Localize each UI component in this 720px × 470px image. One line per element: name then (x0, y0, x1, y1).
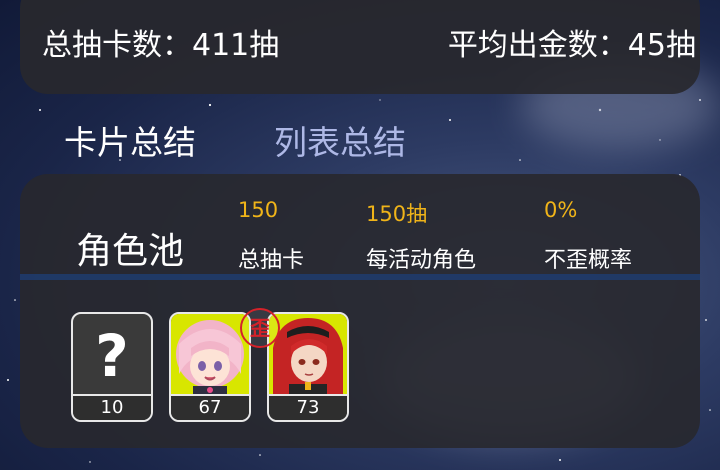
total-pulls-text: 总抽卡数：411抽 (42, 28, 280, 63)
question-mark-icon: ? (95, 322, 129, 390)
pool-name: 角色池 (76, 231, 185, 272)
pink-hair-character-portrait-icon (171, 314, 249, 398)
red-hair-character-portrait-icon (269, 314, 347, 398)
average-gold-text: 平均出金数：45抽 (447, 28, 696, 63)
lost-pity-badge: 歪 (240, 308, 280, 348)
stat-no-lose-rate-label: 不歪概率 (544, 248, 633, 273)
card-pull-count: 10 (73, 394, 151, 420)
character-card[interactable]: 67 (169, 312, 251, 422)
stat-per-character-value: 150抽 (366, 202, 428, 226)
stat-total-pulls-label: 总抽卡 (238, 248, 305, 273)
character-pool-panel: 角色池 150 总抽卡 150抽 每活动角色 0% 不歪概率 ? 10 67 7… (20, 174, 700, 448)
panel-divider (20, 274, 700, 280)
stat-total-pulls-value: 150 (238, 198, 279, 222)
stat-per-character-label: 每活动角色 (366, 248, 477, 273)
unknown-card[interactable]: ? 10 (71, 312, 153, 422)
card-pull-count: 73 (269, 394, 347, 420)
tab-list-summary[interactable]: 列表总结 (274, 116, 406, 164)
card-pull-count: 67 (171, 394, 249, 420)
tab-card-summary[interactable]: 卡片总结 (64, 116, 196, 164)
stat-no-lose-rate-value: 0% (544, 198, 578, 222)
